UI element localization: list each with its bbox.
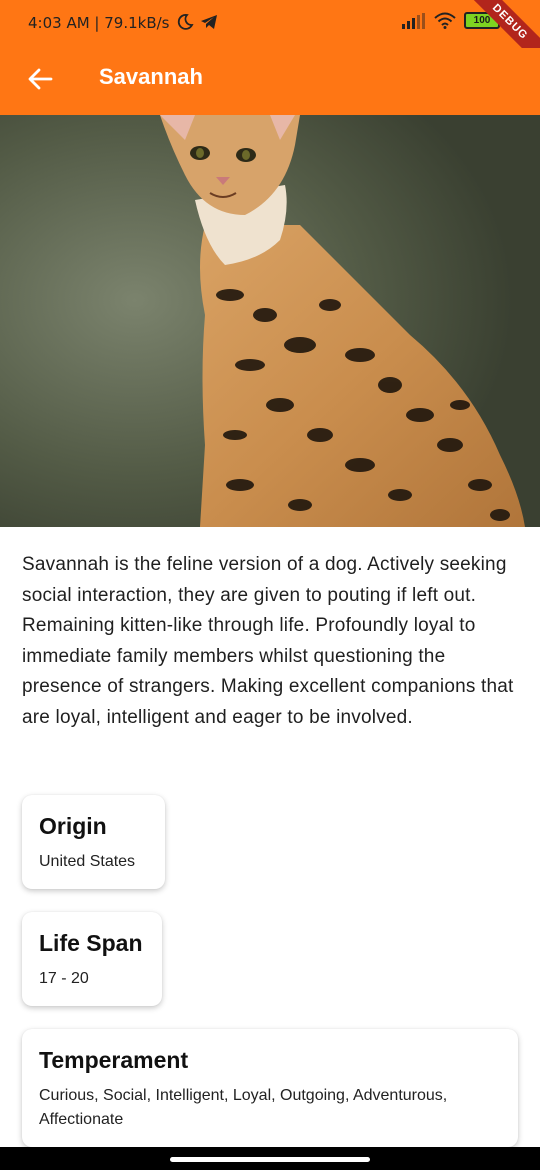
origin-label: Origin [39, 813, 107, 839]
hero-image [0, 115, 540, 527]
savannah-cat-photo [0, 115, 540, 527]
page-title: Savannah [99, 64, 203, 89]
temperament-card: Temperament Curious, Social, Intelligent… [22, 1029, 518, 1147]
temperament-value: Curious, Social, Intelligent, Loyal, Out… [39, 1087, 448, 1128]
origin-value: United States [39, 853, 136, 870]
temperament-label: Temperament [39, 1047, 189, 1073]
telegram-icon [200, 14, 218, 35]
life-span-label: Life Span [39, 930, 143, 956]
life-span-card: Life Span 17 - 20 [22, 912, 162, 1006]
moon-icon [176, 13, 194, 36]
back-button[interactable] [20, 61, 60, 101]
life-span-value: 17 - 20 [39, 970, 89, 987]
home-gesture-handle[interactable] [170, 1157, 370, 1162]
origin-card: Origin United States [22, 795, 165, 889]
status-time: 4:03 AM | 79.1kB/s [28, 14, 170, 32]
wifi-icon [434, 12, 456, 29]
status-bar: 4:03 AM | 79.1kB/s 100 DEBUG [0, 0, 540, 72]
breed-description: Savannah is the feline version of a dog.… [22, 554, 514, 728]
arrow-left-icon [27, 66, 53, 97]
signal-icon [402, 12, 426, 29]
status-icons: 100 [402, 12, 503, 29]
system-nav-bar [0, 1147, 540, 1170]
app-bar: Savannah [0, 48, 540, 115]
